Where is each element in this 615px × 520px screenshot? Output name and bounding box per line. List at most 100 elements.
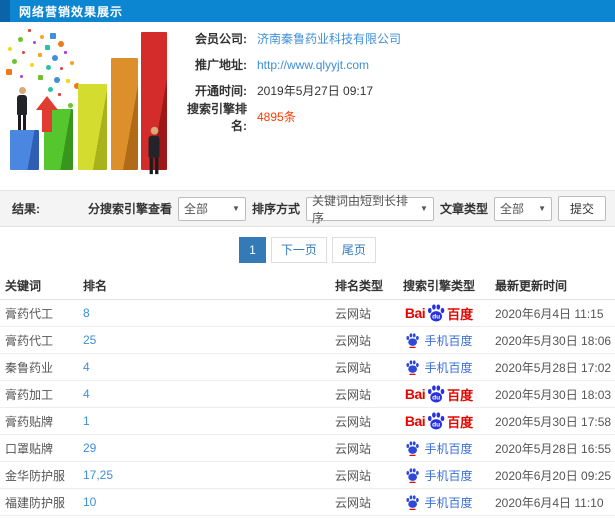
chevron-down-icon: ▼ [420,204,428,213]
promo-url-link[interactable]: http://www.qlyyjt.com [257,58,369,72]
info-section: 会员公司: 济南秦鲁药业科技有限公司 推广地址: http://www.qlyy… [0,22,615,190]
cell-engine: Bai du 百度 [393,411,485,431]
header-left-edge [0,0,10,22]
cell-engine: Bai du 百度 [393,332,485,349]
table-row: 膏药加工 4 云网站 Bai du 百度 2020年5月30日 18:03 [0,381,615,408]
cell-rank-link[interactable]: 1 [83,414,90,428]
mobile-baidu-link[interactable]: 手机百度 [405,332,473,349]
mobile-baidu-link[interactable]: 手机百度 [405,359,473,376]
cell-rank-link[interactable]: 17,25 [83,468,113,482]
cell-engine: Bai du 百度 [393,467,485,484]
cell-rank-type: 云网站 [335,468,372,483]
company-link[interactable]: 济南秦鲁药业科技有限公司 [257,30,401,47]
cell-update-time: 2020年5月30日 18:03 [495,387,612,402]
table-row: 福建防护服 10 云网站 Bai du 百度 [0,489,615,516]
engine-view-select[interactable]: 全部 ▼ [177,196,246,221]
baidu-paw-icon: du [426,384,446,404]
info-row-url: 推广地址: http://www.qlyyjt.com [175,56,605,73]
mobile-baidu-label: 手机百度 [424,441,473,456]
svg-text:du: du [432,422,440,429]
svg-text:du: du [432,314,440,321]
article-type-select[interactable]: 全部 ▼ [493,196,552,221]
mobile-baidu-paw-icon [405,467,420,483]
header-keyword: 关键词 [5,279,42,293]
cell-rank-link[interactable]: 4 [83,360,90,374]
cell-rank-type: 云网站 [335,360,372,375]
next-page-button[interactable]: 下一页 [270,236,327,263]
mobile-baidu-paw-icon [405,359,420,375]
cell-rank-link[interactable]: 10 [83,495,96,509]
table-row: 膏药贴牌 1 云网站 Bai du 百度 2020年5月30日 17:58 [0,408,615,435]
page-title: 网络营销效果展示 [19,4,124,19]
baidu-logo: Bai du 百度 [404,304,474,322]
filter-bar: 结果: 分搜索引擎查看 全部 ▼ 排序方式 关键词由短到长排序 ▼ 文章类型 全… [0,190,615,227]
table-row: 膏药代工 8 云网站 Bai du 百度 2020年6月4日 11:15 [0,300,615,327]
pagination: 1 下一页 尾页 [0,227,615,272]
table-header-row: 关键词 排名 排名类型 搜索引擎类型 最新更新时间 [0,272,615,300]
chevron-down-icon: ▼ [538,204,546,213]
result-label: 结果: [12,202,40,216]
cell-update-time: 2020年5月28日 16:55 [495,441,612,456]
cell-rank-type: 云网站 [335,333,372,348]
mobile-baidu-label: 手机百度 [424,495,473,510]
table-row: 金华防护服 17,25 云网站 Bai du 百度 [0,462,615,489]
table-row: Bai du 百度 [0,516,615,520]
cell-update-time: 2020年5月28日 17:02 [495,360,612,375]
mobile-baidu-paw-icon [405,440,420,456]
cell-rank-type: 云网站 [335,495,372,510]
sort-select[interactable]: 关键词由短到长排序 ▼ [305,194,434,225]
info-row-open-time: 开通时间: 2019年5月27日 09:17 [175,82,605,99]
open-time-value: 2019年5月27日 09:17 [257,84,374,98]
mobile-baidu-paw-icon [405,332,420,348]
rank-count-label: 搜索引擎排名: [186,101,247,133]
last-page-button[interactable]: 尾页 [331,236,376,263]
mobile-baidu-link[interactable]: 手机百度 [405,494,473,511]
cell-update-time: 2020年6月20日 09:25 [495,468,612,483]
header-engine-type: 搜索引擎类型 [402,279,475,293]
cell-update-time: 2020年5月30日 17:58 [495,414,612,429]
member-info: 会员公司: 济南秦鲁药业科技有限公司 推广地址: http://www.qlyy… [175,30,605,134]
table-body: 膏药代工 8 云网站 Bai du 百度 2020年6月4日 11:15 膏药代… [0,300,615,520]
article-type-selected: 全部 [499,202,524,216]
cell-keyword: 金华防护服 [5,468,66,483]
cell-engine: Bai du 百度 [393,303,485,323]
baidu-logo: Bai du 百度 [404,384,474,404]
cell-rank-link[interactable]: 29 [83,441,96,455]
mobile-baidu-link[interactable]: 手机百度 [405,467,473,484]
cell-engine: Bai du 百度 [393,359,485,376]
cell-rank-type: 云网站 [335,306,372,321]
info-row-rank-count: 搜索引擎排名: 4895条 [175,102,605,133]
header-rank-type: 排名类型 [335,279,384,293]
cell-engine: Bai du 百度 [393,384,485,404]
cell-update-time: 2020年5月30日 18:06 [495,333,612,348]
table-row: 秦鲁药业 4 云网站 Bai du 百度 [0,354,615,381]
cell-rank-link[interactable]: 8 [83,306,90,320]
svg-text:du: du [432,395,440,402]
cell-update-time: 2020年6月4日 11:10 [495,495,604,510]
businessman-figure-left [14,87,30,130]
up-arrow-icon [36,96,58,132]
cell-keyword: 口罩贴牌 [5,441,54,456]
chart-bar-yellow [78,84,107,170]
mobile-baidu-label: 手机百度 [424,468,473,483]
cell-rank-link[interactable]: 4 [83,387,90,401]
open-time-label: 开通时间: [195,84,247,98]
page-1-button[interactable]: 1 [239,236,266,263]
cell-update-time: 2020年6月4日 11:15 [495,306,604,321]
article-type-label: 文章类型 [439,202,488,216]
baidu-paw-icon: du [426,411,446,431]
cell-rank-type: 云网站 [335,414,372,429]
cell-rank-type: 云网站 [335,441,372,456]
cell-keyword: 膏药代工 [5,333,54,348]
cell-keyword: 膏药代工 [5,306,54,321]
chart-bar-orange [111,58,138,170]
cell-keyword: 福建防护服 [5,495,66,510]
sort-selected: 关键词由短到长排序 [311,193,408,225]
company-label: 会员公司: [195,32,247,46]
info-row-company: 会员公司: 济南秦鲁药业科技有限公司 [175,30,605,47]
cell-keyword: 膏药贴牌 [5,414,54,429]
cell-rank-link[interactable]: 25 [83,333,96,347]
header-rank: 排名 [83,279,108,293]
submit-button[interactable]: 提交 [557,196,606,221]
mobile-baidu-link[interactable]: 手机百度 [405,440,473,457]
